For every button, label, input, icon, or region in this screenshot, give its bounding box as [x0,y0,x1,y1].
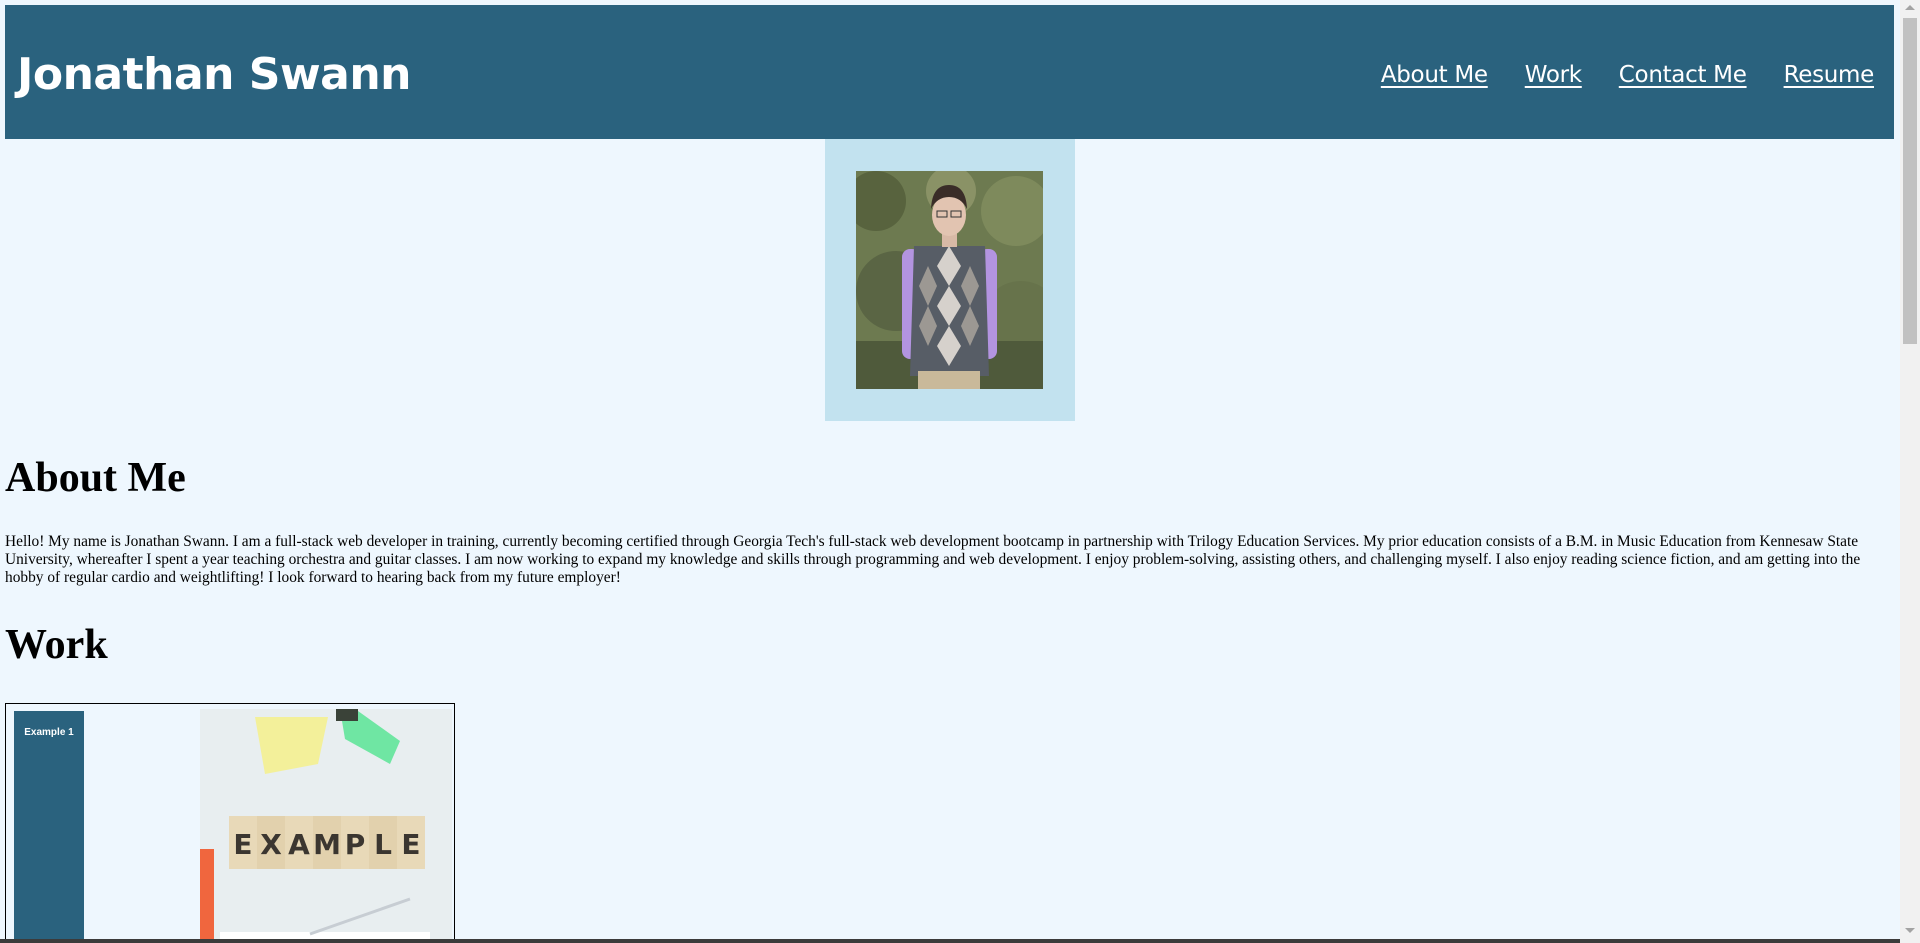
work-card-title: Example 1 [24,727,74,738]
scroll-down-arrow-icon[interactable] [1905,928,1915,933]
bottom-edge [0,939,1900,943]
site-header: Jonathan Swann About Me Work Contact Me … [5,5,1894,139]
work-card-label: Example 1 [14,711,84,943]
portrait-frame [825,139,1075,421]
scroll-thumb[interactable] [1903,18,1917,344]
nav-link-work[interactable]: Work [1525,62,1582,88]
about-text: Hello! My name is Jonathan Swann. I am a… [5,533,1861,586]
work-card[interactable]: Example 1 EXAMPLE [5,703,455,943]
nav-link-resume[interactable]: Resume [1784,62,1875,88]
profile-photo [856,171,1043,389]
nav-link-contact-me[interactable]: Contact Me [1619,62,1747,88]
main-nav: About Me Work Contact Me Resume [1381,62,1874,88]
page: Jonathan Swann About Me Work Contact Me … [0,0,1920,943]
scroll-up-arrow-icon[interactable] [1905,5,1915,10]
vertical-scrollbar[interactable] [1900,0,1920,943]
work-card-image: EXAMPLE [200,709,452,943]
nav-link-about-me[interactable]: About Me [1381,62,1488,88]
about-heading: About Me [5,455,186,501]
site-title: Jonathan Swann [17,49,411,100]
work-heading: Work [5,622,108,668]
